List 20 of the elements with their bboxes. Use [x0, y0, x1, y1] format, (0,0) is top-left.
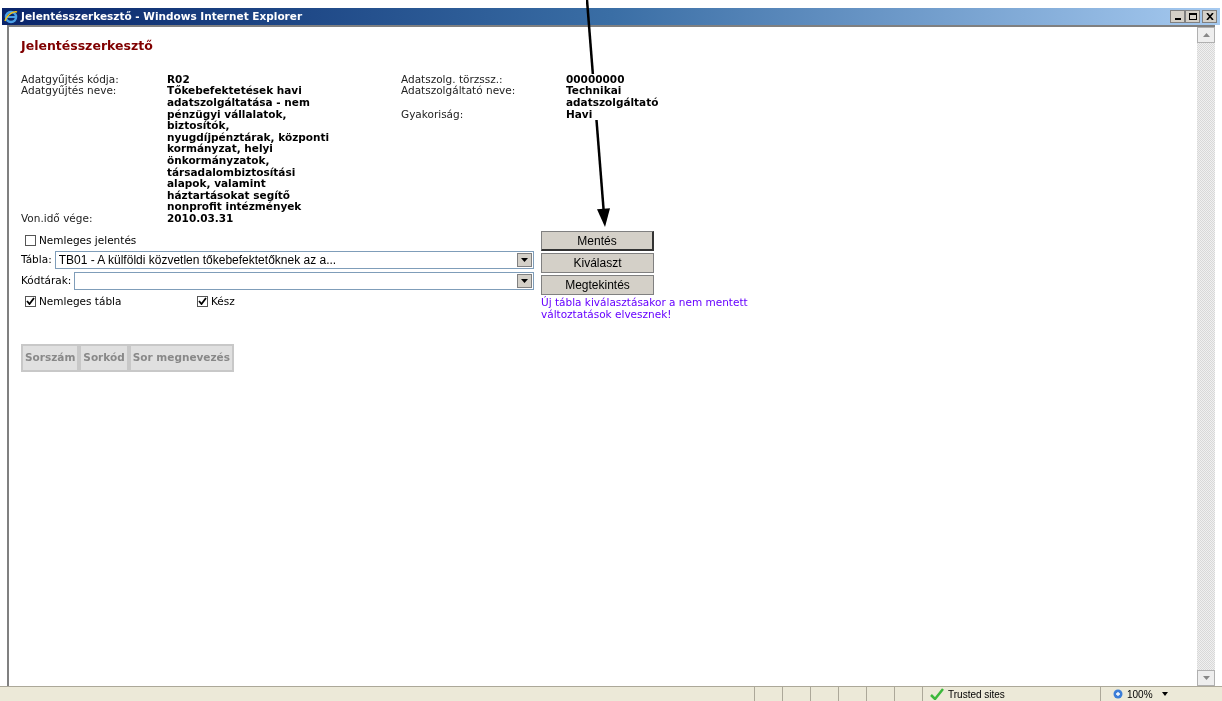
info-label: Adatszolgáltató neve:	[401, 85, 517, 99]
field-label: Kódtárak:	[21, 273, 72, 289]
security-zone: Trusted sites	[948, 687, 1005, 701]
action-button[interactable]: Kiválaszt	[541, 253, 654, 274]
info-label: Gyakoriság:	[401, 108, 465, 121]
checkbox-label: Nemleges tábla	[39, 293, 122, 309]
info-label: Adatgyűjtés neve:	[21, 85, 117, 99]
page-heading: Jelentésszerkesztő	[21, 37, 154, 55]
checkbox-label: Kész	[211, 293, 235, 309]
info-label: Adatszolg. törzssz.:	[401, 73, 504, 86]
warning-note: Új tábla kiválasztásakor a nem mentett változtatások elvesznek!	[541, 297, 749, 321]
field-label: Tábla:	[21, 252, 52, 268]
checkbox-label: Nemleges jelentés	[39, 232, 137, 248]
info-label: Adatgyűjtés kódja:	[21, 73, 120, 86]
zoom-button[interactable]: 100%	[1109, 687, 1189, 701]
window-title: Jelentésszerkesztő - Windows Internet Explorer	[21, 8, 303, 24]
action-button[interactable]: Mentés	[541, 231, 654, 252]
table-dropdown[interactable]: TB01 - A külföldi közvetlen tőkebefektetőknek az a...	[54, 250, 534, 269]
info-label: Von.idő vége:	[21, 212, 94, 225]
action-button[interactable]: Megtekintés	[541, 275, 654, 296]
